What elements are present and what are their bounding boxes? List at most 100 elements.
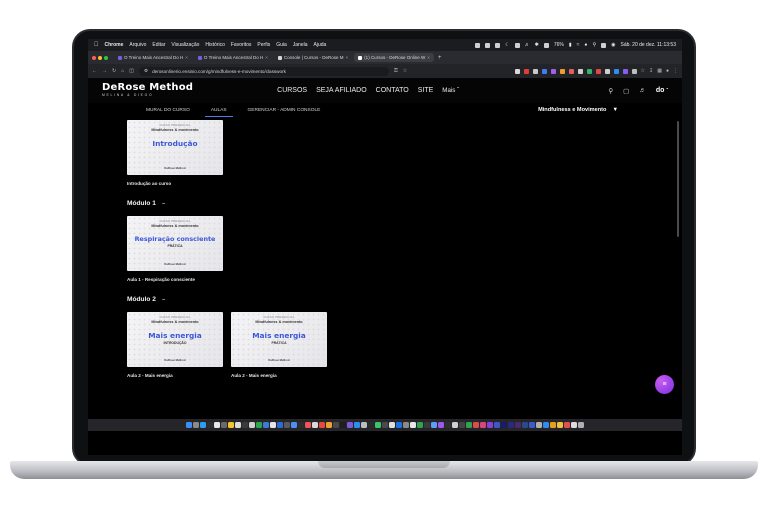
extension-icon[interactable] — [568, 68, 574, 74]
dock-app-icon[interactable] — [508, 422, 514, 428]
dock-app-icon[interactable] — [214, 422, 220, 428]
extension-icon[interactable] — [514, 68, 520, 74]
dock-app-icon[interactable] — [543, 422, 549, 428]
status-app-icon[interactable] — [514, 42, 520, 48]
dock-app-icon[interactable] — [438, 422, 444, 428]
lesson-title[interactable]: Introdução ao curso — [127, 181, 223, 186]
dock-app-icon[interactable] — [536, 422, 542, 428]
lesson-title[interactable]: Aula 2 - Mais energia — [231, 373, 327, 378]
bag-icon[interactable]: ▢ — [623, 87, 629, 95]
dock-app-icon[interactable] — [333, 422, 339, 428]
dock-app-icon[interactable] — [480, 422, 486, 428]
dock-app-icon[interactable] — [445, 422, 451, 428]
volume-icon[interactable]: ♬ — [525, 42, 530, 48]
dock-app-icon[interactable] — [550, 422, 556, 428]
siri-icon[interactable]: ◉ — [611, 42, 615, 48]
close-tab-icon[interactable]: × — [427, 55, 430, 60]
extension-icon[interactable] — [523, 68, 529, 74]
search-icon[interactable]: ⚲ — [608, 87, 613, 95]
lesson-item[interactable]: CURSO PRESENCIAL Mindfulness & movimento… — [127, 216, 223, 282]
status-app-icon[interactable] — [543, 42, 549, 48]
menu-editar[interactable]: Editar — [152, 42, 165, 48]
close-window-button[interactable] — [92, 55, 96, 60]
lesson-thumbnail[interactable]: CURSO PRESENCIAL Mindfulness & movimento… — [127, 312, 223, 367]
menu-arquivo[interactable]: Arquivo — [129, 42, 146, 48]
control-center-icon[interactable] — [601, 42, 607, 48]
finder-icon[interactable] — [186, 422, 192, 428]
status-app-icon[interactable] — [485, 42, 491, 48]
lesson-item[interactable]: CURSO PRESENCIAL Mindfulness & movimento… — [231, 312, 327, 378]
browser-tab[interactable]: Console | Cursos - DeRose M × — [274, 53, 352, 62]
dock-app-icon[interactable] — [277, 422, 283, 428]
extension-icon[interactable] — [613, 68, 619, 74]
dock-app-icon[interactable] — [235, 422, 241, 428]
dock-app-icon[interactable] — [417, 422, 423, 428]
dock-app-icon[interactable] — [319, 422, 325, 428]
extension-icon[interactable] — [541, 68, 547, 74]
dock-app-icon[interactable] — [501, 422, 507, 428]
new-tab-icon[interactable]: + — [438, 55, 442, 61]
dock-app-icon[interactable] — [396, 422, 402, 428]
kebab-menu-icon[interactable]: ⋮ — [673, 68, 678, 74]
dock-app-icon[interactable] — [207, 422, 213, 428]
menu-historico[interactable]: Histórico — [205, 42, 224, 48]
launchpad-icon[interactable] — [193, 422, 199, 428]
status-app-icon[interactable] — [475, 42, 481, 48]
extension-icon[interactable] — [532, 68, 538, 74]
user-icon[interactable]: ● — [584, 42, 587, 48]
dock-app-icon[interactable] — [452, 422, 458, 428]
tab-aulas[interactable]: AULAS — [204, 103, 233, 118]
dock-app-icon[interactable] — [571, 422, 577, 428]
lesson-thumbnail[interactable]: CURSO PRESENCIAL Mindfulness & movimento… — [127, 120, 223, 175]
dock-app-icon[interactable] — [263, 422, 269, 428]
zoom-window-button[interactable] — [104, 55, 108, 60]
nav-contato[interactable]: CONTATO — [376, 87, 409, 94]
browser-tab[interactable]: O Treino Mais Ancestral Do H × — [114, 53, 192, 62]
dock-app-icon[interactable] — [291, 422, 297, 428]
forward-icon[interactable]: → — [102, 68, 107, 74]
close-tab-icon[interactable]: × — [185, 55, 188, 60]
dock-app-icon[interactable] — [557, 422, 563, 428]
close-tab-icon[interactable]: × — [265, 55, 268, 60]
lesson-title[interactable]: Aula 2 - Mais energia — [127, 373, 223, 378]
dock-app-icon[interactable] — [494, 422, 500, 428]
chat-widget-button[interactable]: ≡ — [655, 375, 674, 394]
dock-app-icon[interactable] — [347, 422, 353, 428]
dock-app-icon[interactable] — [326, 422, 332, 428]
nav-site[interactable]: SITE — [418, 87, 434, 94]
dock-app-icon[interactable] — [466, 422, 472, 428]
dock-app-icon[interactable] — [473, 422, 479, 428]
dock-app-icon[interactable] — [403, 422, 409, 428]
bookmark-icon[interactable]: ☆ — [641, 68, 645, 74]
extension-icon[interactable] — [622, 68, 628, 74]
site-logo[interactable]: DeRose Method MELINA & DIEGO — [102, 83, 193, 97]
profile-icon[interactable]: ● — [666, 68, 669, 74]
extension-icon[interactable] — [631, 68, 637, 74]
course-selector[interactable]: Mindfulness e Movimento ▼ — [538, 107, 618, 113]
dock-app-icon[interactable] — [312, 422, 318, 428]
dock-app-icon[interactable] — [298, 422, 304, 428]
dock-app-icon[interactable] — [340, 422, 346, 428]
nav-more[interactable]: Mais ˇ — [442, 87, 459, 94]
dock-app-icon[interactable] — [424, 422, 430, 428]
apple-icon[interactable]:  — [94, 42, 99, 48]
extension-icon[interactable] — [595, 68, 601, 74]
dock-app-icon[interactable] — [368, 422, 374, 428]
back-icon[interactable]: ← — [92, 68, 97, 74]
close-tab-icon[interactable]: × — [346, 55, 349, 60]
menu-janela[interactable]: Janela — [293, 42, 308, 48]
dock-app-icon[interactable] — [249, 422, 255, 428]
dock-app-icon[interactable] — [529, 422, 535, 428]
dock-app-icon[interactable] — [256, 422, 262, 428]
nav-seja-afiliado[interactable]: SEJA AFILIADO — [316, 87, 367, 94]
menu-app[interactable]: Chrome — [105, 42, 124, 48]
module-header[interactable]: Módulo 2 – — [127, 296, 682, 303]
browser-tab[interactable]: O Treino Mais Ancestral Do H × — [194, 53, 272, 62]
extension-icon[interactable] — [559, 68, 565, 74]
dock-app-icon[interactable] — [242, 422, 248, 428]
split-view-icon[interactable]: ▦ — [657, 68, 662, 74]
trash-icon[interactable] — [578, 422, 584, 428]
bluetooth-icon[interactable]: ✱ — [535, 42, 539, 48]
battery-icon[interactable]: ▮ — [569, 42, 572, 48]
user-avatar[interactable]: do ˇ — [656, 87, 668, 94]
